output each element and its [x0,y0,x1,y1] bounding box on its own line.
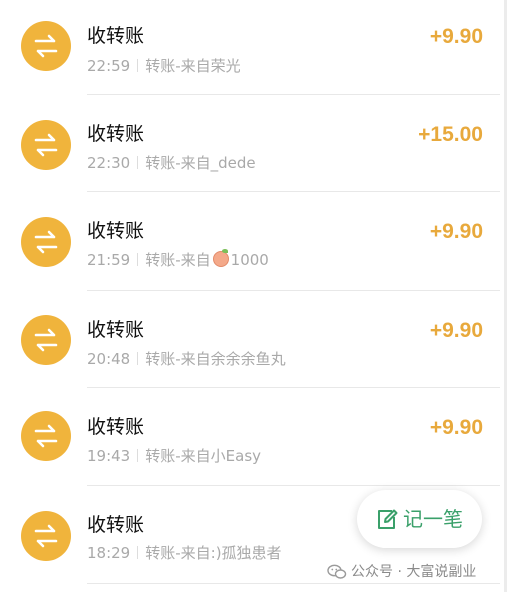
row-divider [87,290,500,291]
row-divider [87,191,500,192]
transaction-title: 收转账 [87,220,145,242]
row-divider [87,583,500,584]
transaction-desc: 转账-来自小Easy [145,447,262,465]
transfer-arrows-icon [21,411,71,461]
transaction-meta: 21:59 转账-来自 1000 [87,249,269,270]
transaction-time: 21:59 [87,251,131,269]
transaction-title: 收转账 [87,25,145,47]
transaction-title: 收转账 [87,514,145,536]
transaction-meta: 20:48 转账-来自余余余鱼丸 [87,349,286,369]
meta-separator [137,156,139,169]
transfer-arrows-icon [21,511,71,561]
list-item[interactable]: 收转账 21:59 转账-来自 1000 +9.90 [0,194,500,291]
meta-separator [137,546,139,559]
row-divider [87,387,500,388]
list-item[interactable]: 收转账 19:43 转账-来自小Easy +9.90 [0,389,500,486]
edit-note-icon [378,509,398,529]
transaction-time: 19:43 [87,447,131,465]
transaction-desc: 转账-来自余余余鱼丸 [145,350,286,368]
peach-emoji-icon [212,249,229,267]
list-item[interactable]: 收转账 22:30 转账-来自_dede +15.00 [0,97,500,193]
add-record-label: 记一笔 [403,507,463,531]
meta-separator [137,59,139,72]
transaction-title: 收转账 [87,319,145,341]
transaction-title: 收转账 [87,123,145,145]
transaction-meta: 22:30 转账-来自_dede [87,153,256,173]
transaction-amount: +9.90 [429,25,483,48]
transaction-title: 收转账 [87,416,145,438]
row-divider [87,94,500,95]
transaction-time: 18:29 [87,544,131,562]
transfer-arrows-icon [21,217,71,267]
meta-separator [137,449,139,462]
transaction-meta: 22:59 转账-来自荣光 [87,56,241,76]
transaction-desc: 转账-来自 [145,251,211,269]
list-item[interactable]: 收转账 22:59 转账-来自荣光 +9.90 [0,0,500,96]
transaction-amount: +15.00 [418,123,483,146]
row-divider [87,485,500,486]
transaction-desc: 转账-来自荣光 [145,57,241,75]
transaction-time: 20:48 [87,350,131,368]
transaction-desc: 转账-来自:)孤独患者 [145,544,282,562]
add-record-button[interactable]: 记一笔 [357,490,482,548]
transfer-arrows-icon [21,120,71,170]
transaction-time: 22:59 [87,57,131,75]
meta-separator [137,352,139,365]
wechat-icon [327,564,347,579]
transaction-meta: 19:43 转账-来自小Easy [87,446,261,466]
transaction-amount: +9.90 [429,416,483,439]
transaction-time: 22:30 [87,154,131,172]
transfer-arrows-icon [21,315,71,365]
transaction-desc-suffix: 1000 [230,251,269,269]
transaction-amount: +9.90 [429,220,483,243]
transaction-amount: +9.90 [429,319,483,342]
list-item[interactable]: 收转账 20:48 转账-来自余余余鱼丸 +9.90 [0,292,500,388]
watermark-text: 公众号 · 大富说副业 [351,564,477,580]
transaction-desc: 转账-来自_dede [145,154,256,172]
meta-separator [137,253,139,266]
transfer-arrows-icon [21,21,71,71]
transaction-meta: 18:29 转账-来自:)孤独患者 [87,543,282,563]
